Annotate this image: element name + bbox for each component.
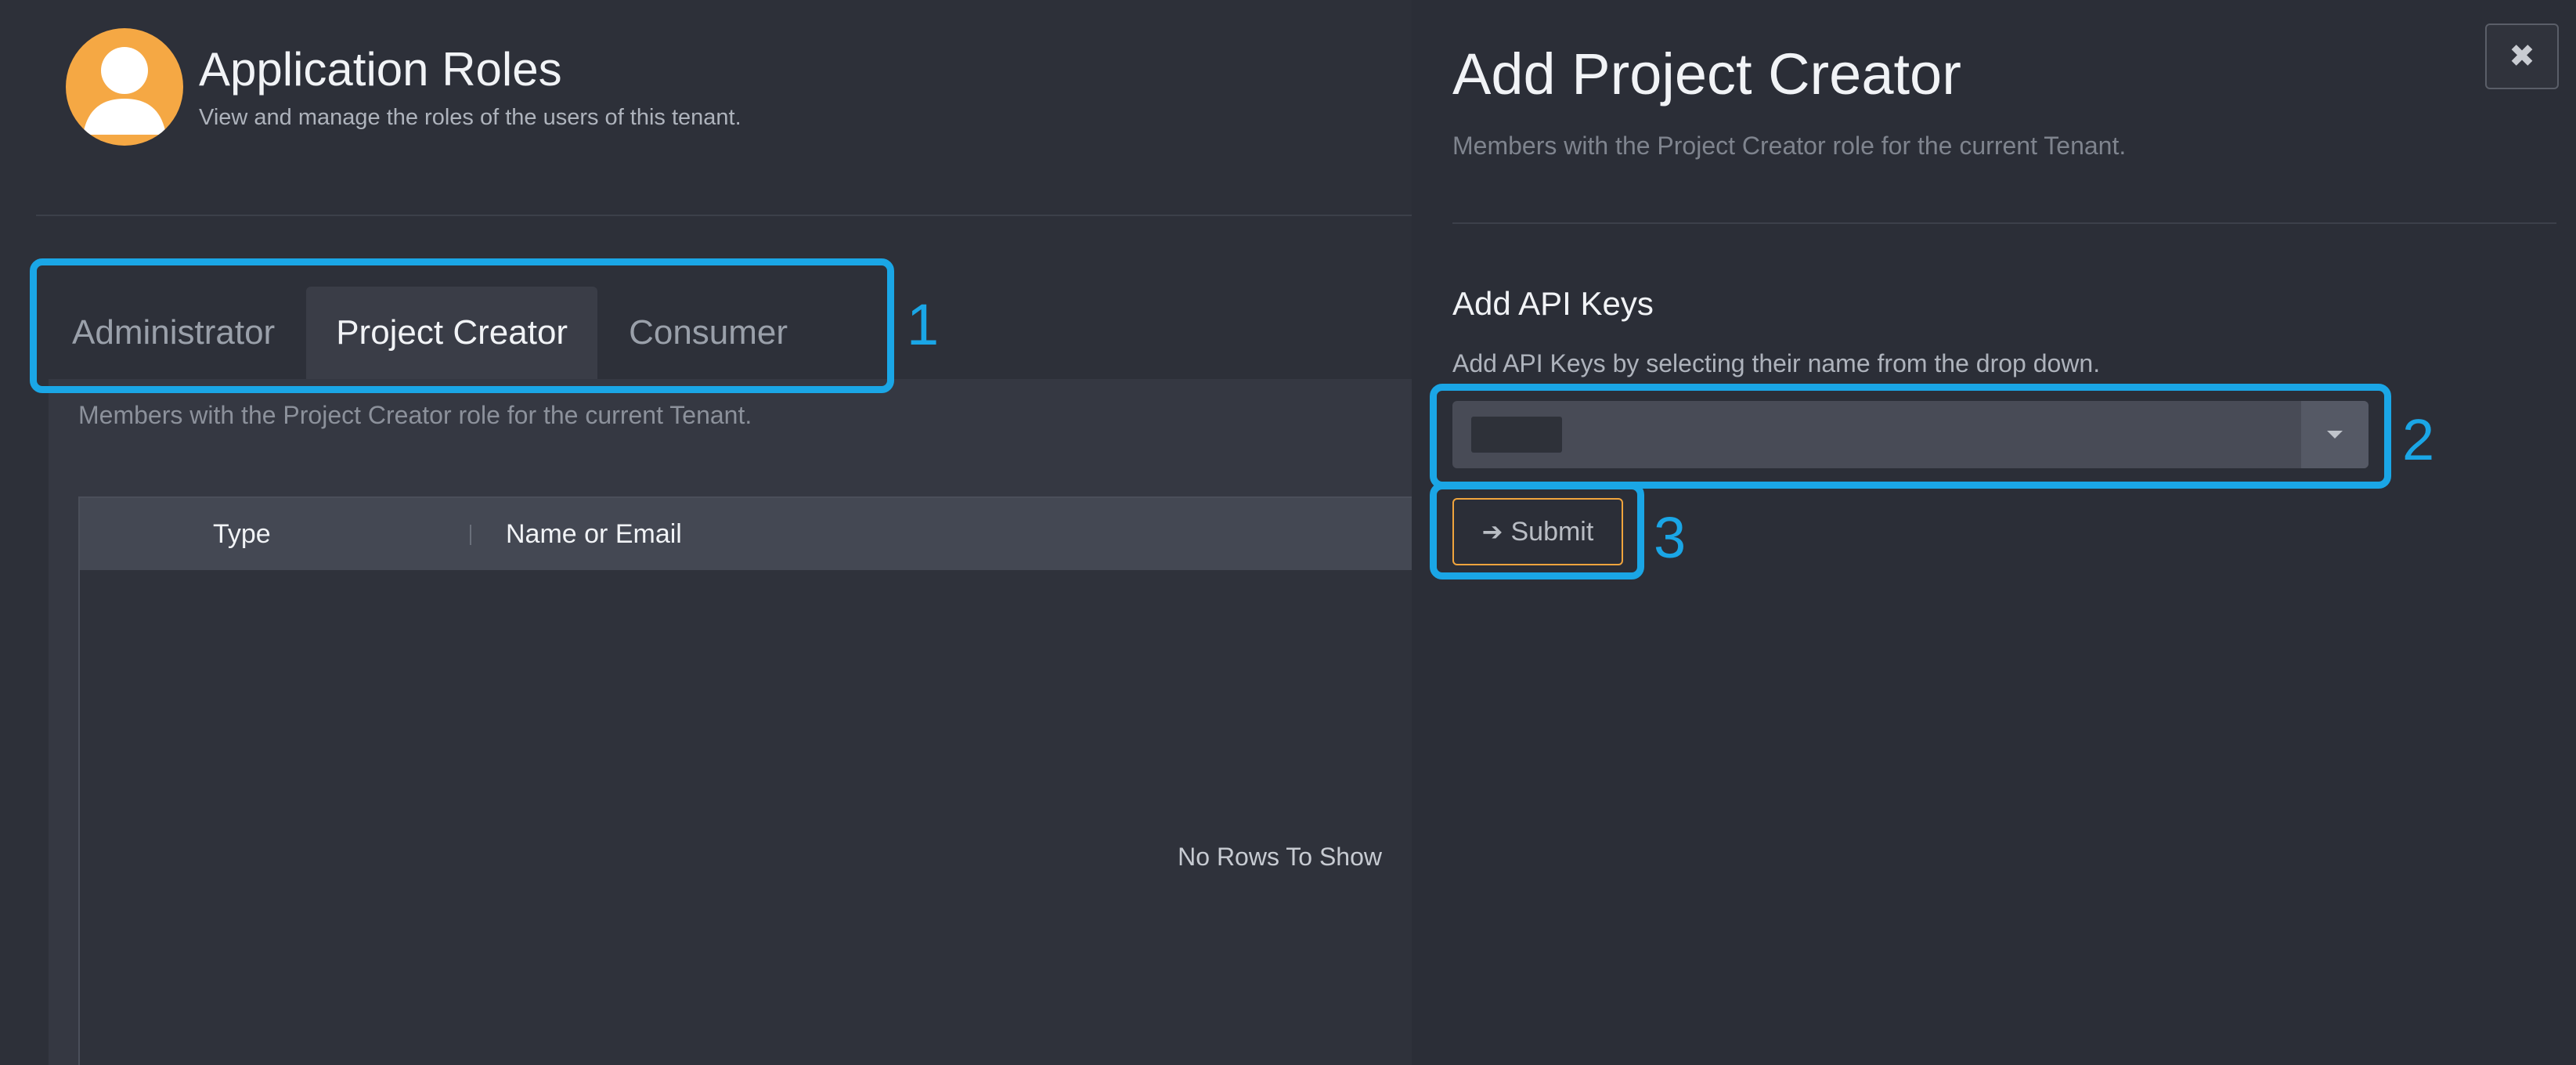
drawer-title: Add Project Creator <box>1452 42 1961 106</box>
column-header-name-or-email[interactable]: Name or Email <box>506 519 682 550</box>
close-icon: ✖ <box>2509 39 2535 74</box>
column-separator[interactable] <box>470 525 471 545</box>
main-panel: Application Roles View and manage the ro… <box>0 0 1412 1065</box>
section-description: Add API Keys by selecting their name fro… <box>1452 349 2101 377</box>
tab-description: Members with the Project Creator role fo… <box>78 401 752 429</box>
page-title: Application Roles <box>199 42 562 96</box>
callout-box-submit <box>1430 482 1644 579</box>
grid-header: Type Name or Email <box>80 498 1412 570</box>
drawer-subtitle: Members with the Project Creator role fo… <box>1452 132 2127 160</box>
user-avatar-icon <box>66 28 183 146</box>
grid-empty-message: No Rows To Show <box>1178 843 1382 871</box>
page-header: Application Roles View and manage the ro… <box>66 28 741 146</box>
callout-box-select <box>1430 384 2391 489</box>
column-header-type[interactable]: Type <box>213 519 271 550</box>
page-subtitle: View and manage the roles of the users o… <box>199 104 741 130</box>
callout-number-1: 1 <box>907 292 940 357</box>
callout-number-2: 2 <box>2402 407 2435 472</box>
callout-number-3: 3 <box>1654 505 1687 570</box>
callout-box-tabs <box>30 258 894 393</box>
section-title: Add API Keys <box>1452 285 1654 322</box>
header-divider <box>36 215 1412 216</box>
page: Application Roles View and manage the ro… <box>0 0 2576 1065</box>
tab-content: Members with the Project Creator role fo… <box>49 379 1412 1065</box>
close-button[interactable]: ✖ <box>2485 23 2559 89</box>
header-text: Application Roles View and manage the ro… <box>199 42 741 131</box>
drawer-divider <box>1452 222 2556 224</box>
members-grid: Type Name or Email No Rows To Show <box>78 496 1412 1065</box>
